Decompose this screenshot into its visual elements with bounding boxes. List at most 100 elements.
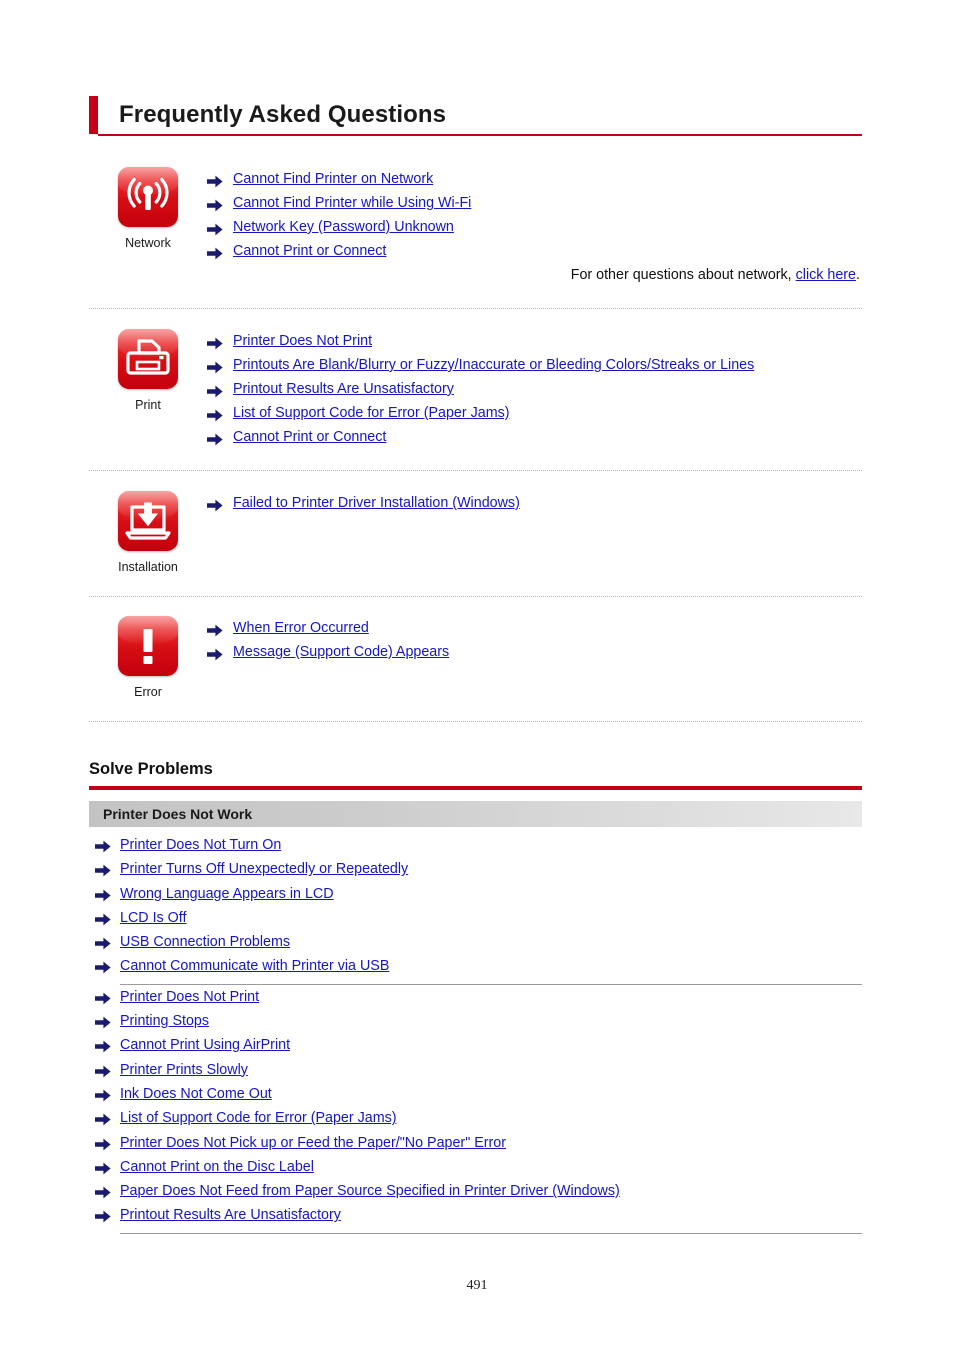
solve-problem-link[interactable]: List of Support Code for Error (Paper Ja… (120, 1109, 397, 1127)
faq-section-body: Network Cannot Find Printer on Network Can… (89, 163, 862, 267)
list-item: USB Connection Problems (95, 933, 862, 957)
solve-problems-rule (89, 786, 862, 790)
arrow-right-icon (95, 1085, 120, 1102)
arrow-right-icon (207, 243, 233, 260)
list-item: Cannot Communicate with Printer via USB (95, 957, 862, 981)
title-underline-rule (98, 134, 862, 136)
wifi-icon (118, 167, 178, 227)
solve-problem-link[interactable]: Printer Does Not Turn On (120, 836, 281, 854)
list-group-divider (120, 983, 862, 985)
page-number: 491 (466, 1278, 488, 1293)
list-group-divider (120, 1232, 862, 1234)
arrow-right-icon (95, 885, 120, 902)
faq-link-row: Network Key (Password) Unknown (207, 219, 862, 236)
faq-link[interactable]: Cannot Print or Connect (233, 429, 386, 446)
arrow-right-icon (95, 933, 120, 950)
section-divider (89, 308, 862, 309)
note-suffix-text: . (856, 267, 860, 283)
solve-problem-link[interactable]: Printout Results Are Unsatisfactory (120, 1206, 341, 1224)
list-item: Printer Turns Off Unexpectedly or Repeat… (95, 860, 862, 884)
laptop-download-icon (118, 491, 178, 551)
faq-section-body: Print Printer Does Not Print Printouts Are… (89, 325, 862, 453)
list-item: LCD Is Off (95, 909, 862, 933)
faq-link-row: Cannot Find Printer while Using Wi-Fi (207, 195, 862, 212)
solve-problem-link[interactable]: Cannot Communicate with Printer via USB (120, 957, 389, 975)
list-item: Paper Does Not Feed from Paper Source Sp… (95, 1182, 862, 1206)
list-item: Printer Does Not Turn On (95, 836, 862, 860)
title-accent-bar (89, 96, 98, 134)
arrow-right-icon (207, 495, 233, 512)
faq-link-row: Printer Does Not Print (207, 333, 862, 350)
solve-problem-link[interactable]: Cannot Print on the Disc Label (120, 1158, 314, 1176)
faq-link[interactable]: Failed to Printer Driver Installation (W… (233, 495, 520, 512)
click-here-link[interactable]: click here (796, 267, 856, 283)
faq-link-list: When Error Occurred Message (Support Code… (207, 612, 862, 668)
group-header-label: Printer Does Not Work (103, 806, 253, 822)
solve-problem-link[interactable]: Printing Stops (120, 1012, 209, 1030)
faq-link[interactable]: Message (Support Code) Appears (233, 644, 449, 661)
solve-problems-list: Printer Does Not Turn On Printer Turns Of… (95, 836, 862, 1237)
faq-link[interactable]: Network Key (Password) Unknown (233, 219, 454, 236)
arrow-right-icon (95, 1012, 120, 1029)
faq-category-label: Print (135, 398, 161, 412)
arrow-right-icon (95, 1036, 120, 1053)
solve-problem-link[interactable]: Wrong Language Appears in LCD (120, 885, 334, 903)
faq-link[interactable]: List of Support Code for Error (Paper Ja… (233, 405, 510, 422)
faq-link[interactable]: Cannot Find Printer while Using Wi-Fi (233, 195, 471, 212)
arrow-right-icon (207, 644, 233, 661)
list-item: Wrong Language Appears in LCD (95, 885, 862, 909)
solve-problem-link[interactable]: Printer Turns Off Unexpectedly or Repeat… (120, 860, 408, 878)
faq-icon-column: Error (89, 612, 207, 700)
arrow-right-icon (95, 988, 120, 1005)
faq-section-body: Error When Error Occurred Message (Support… (89, 612, 862, 700)
faq-category-label: Error (134, 685, 162, 699)
arrow-right-icon (207, 620, 233, 637)
solve-problem-link[interactable]: Cannot Print Using AirPrint (120, 1036, 290, 1054)
arrow-right-icon (95, 1206, 120, 1223)
arrow-right-icon (207, 405, 233, 422)
solve-problem-link[interactable]: Ink Does Not Come Out (120, 1085, 272, 1103)
arrow-right-icon (95, 909, 120, 926)
faq-link-row: Printouts Are Blank/Blurry or Fuzzy/Inac… (207, 357, 862, 374)
arrow-right-icon (95, 957, 120, 974)
arrow-right-icon (207, 357, 233, 374)
solve-problem-link[interactable]: USB Connection Problems (120, 933, 290, 951)
arrow-right-icon (95, 1182, 120, 1199)
solve-problem-link[interactable]: Paper Does Not Feed from Paper Source Sp… (120, 1182, 620, 1200)
faq-link[interactable]: Printer Does Not Print (233, 333, 372, 350)
network-other-questions-note: For other questions about network, click… (89, 267, 862, 283)
arrow-right-icon (95, 1134, 120, 1151)
faq-link-list: Failed to Printer Driver Installation (W… (207, 487, 862, 519)
section-divider (89, 470, 862, 471)
faq-link[interactable]: Printout Results Are Unsatisfactory (233, 381, 454, 398)
list-item: Ink Does Not Come Out (95, 1085, 862, 1109)
exclamation-icon (118, 616, 178, 676)
faq-section-network: Network Cannot Find Printer on Network Can… (89, 163, 862, 283)
solve-problems-heading: Solve Problems (89, 760, 213, 778)
list-item: Printing Stops (95, 1012, 862, 1036)
faq-link[interactable]: Cannot Print or Connect (233, 243, 386, 260)
solve-problem-link[interactable]: Printer Does Not Pick up or Feed the Pap… (120, 1134, 506, 1152)
faq-link-list: Cannot Find Printer on Network Cannot Fin… (207, 163, 862, 267)
solve-problem-link[interactable]: Printer Prints Slowly (120, 1061, 248, 1079)
arrow-right-icon (207, 381, 233, 398)
faq-icon-column: Installation (89, 487, 207, 575)
faq-icon-column: Print (89, 325, 207, 413)
list-item: Printer Does Not Print (95, 988, 862, 1012)
faq-link[interactable]: When Error Occurred (233, 620, 369, 637)
arrow-right-icon (95, 860, 120, 877)
note-prefix-text: For other questions about network, (570, 267, 796, 283)
group-header-bar: Printer Does Not Work (89, 801, 862, 827)
arrow-right-icon (95, 1061, 120, 1078)
faq-link-row: When Error Occurred (207, 620, 862, 637)
solve-problem-link[interactable]: LCD Is Off (120, 909, 186, 927)
solve-problem-link[interactable]: Printer Does Not Print (120, 988, 259, 1006)
list-item: List of Support Code for Error (Paper Ja… (95, 1109, 862, 1133)
faq-link-row: Failed to Printer Driver Installation (W… (207, 495, 862, 512)
faq-link[interactable]: Cannot Find Printer on Network (233, 171, 433, 188)
faq-link-row: Message (Support Code) Appears (207, 644, 862, 661)
faq-link[interactable]: Printouts Are Blank/Blurry or Fuzzy/Inac… (233, 357, 754, 374)
faq-link-row: Cannot Print or Connect (207, 429, 862, 446)
arrow-right-icon (207, 219, 233, 236)
list-item: Cannot Print Using AirPrint (95, 1036, 862, 1060)
